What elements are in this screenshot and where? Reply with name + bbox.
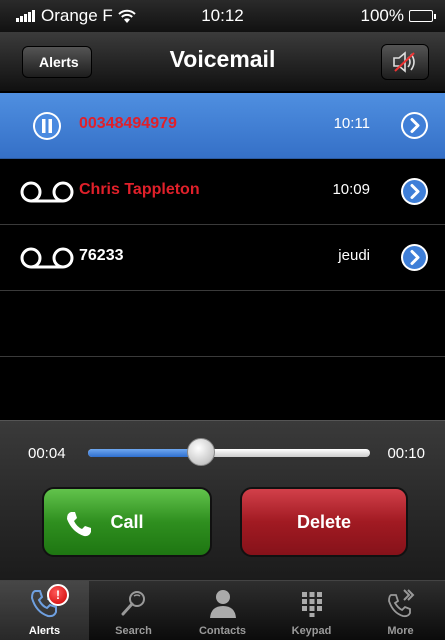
person-icon xyxy=(209,590,236,618)
battery-percent: 100% xyxy=(360,6,404,25)
pause-icon[interactable] xyxy=(32,111,62,141)
speaker-muted-icon xyxy=(393,51,415,73)
delete-button[interactable]: Delete xyxy=(240,487,408,557)
voicemail-caller: 00348494979 xyxy=(79,115,177,132)
voicemail-caller: 76233 xyxy=(79,247,124,264)
voicemail-icon xyxy=(20,181,74,203)
detail-disclosure-icon[interactable] xyxy=(400,243,429,272)
voicemail-row[interactable]: 00348494979 10:11 xyxy=(0,93,445,159)
tab-label: Alerts xyxy=(28,625,61,637)
detail-disclosure-icon[interactable] xyxy=(400,177,429,206)
call-button[interactable]: Call xyxy=(42,487,212,557)
voicemail-caller: Chris Tappleton xyxy=(79,181,200,198)
playback-panel: 00:04 00:10 Call Delete xyxy=(0,420,445,580)
scrubber-thumb[interactable] xyxy=(186,438,215,466)
remaining-time: 00:10 xyxy=(387,445,425,462)
detail-disclosure-icon[interactable] xyxy=(400,111,429,140)
voicemail-list: 00348494979 10:11 Chris Tappleton 10:09 … xyxy=(0,93,445,423)
search-contact-icon xyxy=(121,591,145,616)
more-icon xyxy=(387,589,414,618)
battery-icon xyxy=(409,10,436,22)
tab-bar: ! ! Alerts Search Contacts Keypad xyxy=(0,580,445,640)
phone-icon xyxy=(67,512,91,537)
mute-button[interactable] xyxy=(381,44,429,80)
tab-label: More xyxy=(387,625,414,637)
empty-row xyxy=(0,357,445,423)
tab-search[interactable]: Search xyxy=(89,581,178,640)
voicemail-row[interactable]: Chris Tappleton 10:09 xyxy=(0,159,445,225)
playback-scrubber[interactable] xyxy=(88,438,370,466)
tab-label: Search xyxy=(115,625,152,637)
voicemail-time: jeudi xyxy=(338,247,370,264)
voicemail-icon xyxy=(20,247,74,269)
tab-label: Contacts xyxy=(198,625,247,637)
battery-status: 100% xyxy=(360,6,436,26)
navigation-bar: Alerts Voicemail xyxy=(0,32,445,92)
keypad-icon xyxy=(301,592,322,617)
voicemail-time: 10:11 xyxy=(333,115,370,132)
alerts-badge: ! xyxy=(47,584,69,606)
tab-contacts[interactable]: Contacts xyxy=(178,581,267,640)
call-label: Call xyxy=(110,511,144,532)
played-portion xyxy=(88,449,201,457)
delete-label: Delete xyxy=(296,511,352,532)
tab-keypad[interactable]: Keypad xyxy=(267,581,356,640)
status-bar: Orange F 10:12 100% xyxy=(0,0,445,32)
tab-label: Keypad xyxy=(291,625,332,637)
tab-more[interactable]: More xyxy=(356,581,445,640)
voicemail-row[interactable]: 76233 jeudi xyxy=(0,225,445,291)
voicemail-time: 10:09 xyxy=(332,181,370,198)
tab-alerts[interactable]: ! ! Alerts xyxy=(0,581,89,640)
empty-row xyxy=(0,291,445,357)
elapsed-time: 00:04 xyxy=(28,445,66,462)
page-title: Voicemail xyxy=(169,46,276,72)
